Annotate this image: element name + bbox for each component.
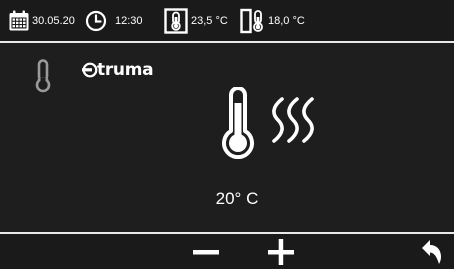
status-outside-temperature: 18,0 °C [240, 0, 305, 41]
status-inside-temperature: 23,5 °C [164, 0, 228, 41]
clock-icon [85, 10, 107, 31]
outside-temperature-icon [240, 8, 263, 33]
truma-logo: truma [82, 59, 154, 81]
time-text: 12:30 [115, 14, 143, 27]
bottom-bar [0, 234, 454, 269]
date-text: 30.05.20 [32, 14, 75, 27]
status-bar: 30.05.20 12:30 23,5 °C 18,0 °C [0, 0, 454, 41]
inside-temperature-icon [164, 7, 188, 34]
status-date: 30.05.20 [8, 0, 75, 41]
increase-button[interactable] [261, 234, 301, 269]
truma-emblem-icon [82, 62, 98, 78]
plus-icon [268, 238, 294, 265]
outside-temperature-text: 18,0 °C [268, 14, 305, 27]
back-arrow-icon [422, 239, 441, 264]
status-time: 12:30 [85, 0, 143, 41]
brand-name: truma [97, 60, 154, 80]
decrease-button[interactable] [186, 234, 226, 269]
thermometer-heat-waves-icon [222, 87, 314, 159]
main-panel: truma 20° C [0, 43, 454, 233]
set-temperature-value: 20° C [215, 189, 259, 208]
calendar-icon [9, 10, 29, 30]
thermometer-icon [35, 59, 51, 93]
truma-control-screen: 30.05.20 12:30 23,5 °C 18,0 °C truma 20°… [0, 0, 454, 269]
inside-temperature-text: 23,5 °C [191, 14, 228, 27]
minus-icon [193, 249, 219, 254]
back-button[interactable] [414, 234, 450, 269]
set-temperature-display: 20° C [0, 189, 454, 209]
